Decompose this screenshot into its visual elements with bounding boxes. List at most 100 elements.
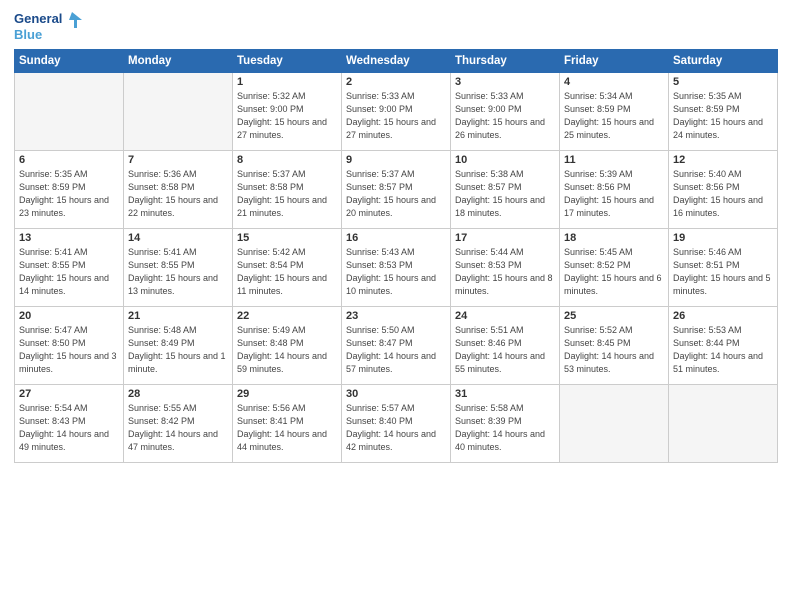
calendar-cell: 19 Sunrise: 5:46 AM Sunset: 8:51 PM Dayli… <box>669 228 778 306</box>
weekday-header-wednesday: Wednesday <box>342 49 451 72</box>
calendar-cell <box>560 384 669 462</box>
week-row-4: 20 Sunrise: 5:47 AM Sunset: 8:50 PM Dayli… <box>15 306 778 384</box>
calendar-cell: 13 Sunrise: 5:41 AM Sunset: 8:55 PM Dayli… <box>15 228 124 306</box>
day-info: Sunrise: 5:38 AM Sunset: 8:57 PM Dayligh… <box>455 168 555 220</box>
calendar-cell: 3 Sunrise: 5:33 AM Sunset: 9:00 PM Daylig… <box>451 72 560 150</box>
calendar-cell: 2 Sunrise: 5:33 AM Sunset: 9:00 PM Daylig… <box>342 72 451 150</box>
calendar-cell: 11 Sunrise: 5:39 AM Sunset: 8:56 PM Dayli… <box>560 150 669 228</box>
day-number: 22 <box>237 310 337 322</box>
calendar-cell: 29Sunrise: 5:56 AM Sunset: 8:41 PM Dayli… <box>233 384 342 462</box>
calendar-cell: 20 Sunrise: 5:47 AM Sunset: 8:50 PM Dayli… <box>15 306 124 384</box>
day-number: 30 <box>346 388 446 400</box>
calendar-cell: 21Sunrise: 5:48 AM Sunset: 8:49 PM Dayli… <box>124 306 233 384</box>
day-number: 19 <box>673 232 773 244</box>
day-number: 4 <box>564 76 664 88</box>
calendar-cell: 26 Sunrise: 5:53 AM Sunset: 8:44 PM Dayli… <box>669 306 778 384</box>
day-number: 28 <box>128 388 228 400</box>
week-row-3: 13 Sunrise: 5:41 AM Sunset: 8:55 PM Dayli… <box>15 228 778 306</box>
calendar-cell: 31 Sunrise: 5:58 AM Sunset: 8:39 PM Dayli… <box>451 384 560 462</box>
logo: General Blue <box>14 10 82 43</box>
day-info: Sunrise: 5:39 AM Sunset: 8:56 PM Dayligh… <box>564 168 664 220</box>
day-info: Sunrise: 5:33 AM Sunset: 9:00 PM Dayligh… <box>346 90 446 142</box>
day-info: Sunrise: 5:43 AM Sunset: 8:53 PM Dayligh… <box>346 246 446 298</box>
day-info: Sunrise: 5:36 AM Sunset: 8:58 PM Dayligh… <box>128 168 228 220</box>
week-row-2: 6 Sunrise: 5:35 AM Sunset: 8:59 PM Daylig… <box>15 150 778 228</box>
week-row-5: 27 Sunrise: 5:54 AM Sunset: 8:43 PM Dayli… <box>15 384 778 462</box>
day-number: 6 <box>19 154 119 166</box>
day-info: Sunrise: 5:49 AM Sunset: 8:48 PM Dayligh… <box>237 324 337 376</box>
day-info: Sunrise: 5:56 AM Sunset: 8:41 PM Dayligh… <box>237 402 337 454</box>
day-number: 26 <box>673 310 773 322</box>
weekday-header-row: SundayMondayTuesdayWednesdayThursdayFrid… <box>15 49 778 72</box>
day-number: 27 <box>19 388 119 400</box>
calendar-cell: 6 Sunrise: 5:35 AM Sunset: 8:59 PM Daylig… <box>15 150 124 228</box>
day-number: 16 <box>346 232 446 244</box>
calendar-cell: 12 Sunrise: 5:40 AM Sunset: 8:56 PM Dayli… <box>669 150 778 228</box>
day-info: Sunrise: 5:57 AM Sunset: 8:40 PM Dayligh… <box>346 402 446 454</box>
week-row-1: 1 Sunrise: 5:32 AM Sunset: 9:00 PM Daylig… <box>15 72 778 150</box>
day-info: Sunrise: 5:55 AM Sunset: 8:42 PM Dayligh… <box>128 402 228 454</box>
day-number: 15 <box>237 232 337 244</box>
day-number: 14 <box>128 232 228 244</box>
day-info: Sunrise: 5:53 AM Sunset: 8:44 PM Dayligh… <box>673 324 773 376</box>
logo-general: General <box>14 12 62 27</box>
day-number: 13 <box>19 232 119 244</box>
day-number: 12 <box>673 154 773 166</box>
day-info: Sunrise: 5:42 AM Sunset: 8:54 PM Dayligh… <box>237 246 337 298</box>
day-info: Sunrise: 5:41 AM Sunset: 8:55 PM Dayligh… <box>19 246 119 298</box>
day-info: Sunrise: 5:51 AM Sunset: 8:46 PM Dayligh… <box>455 324 555 376</box>
calendar-cell: 30 Sunrise: 5:57 AM Sunset: 8:40 PM Dayli… <box>342 384 451 462</box>
day-number: 17 <box>455 232 555 244</box>
weekday-header-saturday: Saturday <box>669 49 778 72</box>
day-info: Sunrise: 5:40 AM Sunset: 8:56 PM Dayligh… <box>673 168 773 220</box>
day-number: 20 <box>19 310 119 322</box>
calendar-table: SundayMondayTuesdayWednesdayThursdayFrid… <box>14 49 778 463</box>
day-number: 3 <box>455 76 555 88</box>
weekday-header-tuesday: Tuesday <box>233 49 342 72</box>
day-number: 2 <box>346 76 446 88</box>
calendar-cell: 15 Sunrise: 5:42 AM Sunset: 8:54 PM Dayli… <box>233 228 342 306</box>
day-info: Sunrise: 5:46 AM Sunset: 8:51 PM Dayligh… <box>673 246 773 298</box>
weekday-header-monday: Monday <box>124 49 233 72</box>
calendar-cell: 18Sunrise: 5:45 AM Sunset: 8:52 PM Dayli… <box>560 228 669 306</box>
calendar-cell <box>669 384 778 462</box>
day-info: Sunrise: 5:58 AM Sunset: 8:39 PM Dayligh… <box>455 402 555 454</box>
day-number: 23 <box>346 310 446 322</box>
calendar-cell: 25 Sunrise: 5:52 AM Sunset: 8:45 PM Dayli… <box>560 306 669 384</box>
calendar-cell: 14Sunrise: 5:41 AM Sunset: 8:55 PM Dayli… <box>124 228 233 306</box>
calendar-cell: 22 Sunrise: 5:49 AM Sunset: 8:48 PM Dayli… <box>233 306 342 384</box>
calendar-page: General Blue SundayMondayTuesdayWednesda… <box>0 0 792 612</box>
day-info: Sunrise: 5:34 AM Sunset: 8:59 PM Dayligh… <box>564 90 664 142</box>
header: General Blue <box>14 10 778 43</box>
day-number: 25 <box>564 310 664 322</box>
day-number: 21 <box>128 310 228 322</box>
day-number: 11 <box>564 154 664 166</box>
calendar-cell: 8Sunrise: 5:37 AM Sunset: 8:58 PM Daylig… <box>233 150 342 228</box>
day-info: Sunrise: 5:47 AM Sunset: 8:50 PM Dayligh… <box>19 324 119 376</box>
weekday-header-thursday: Thursday <box>451 49 560 72</box>
day-number: 24 <box>455 310 555 322</box>
day-info: Sunrise: 5:44 AM Sunset: 8:53 PM Dayligh… <box>455 246 555 298</box>
day-number: 1 <box>237 76 337 88</box>
day-number: 10 <box>455 154 555 166</box>
logo-blue: Blue <box>14 28 42 43</box>
day-info: Sunrise: 5:32 AM Sunset: 9:00 PM Dayligh… <box>237 90 337 142</box>
weekday-header-sunday: Sunday <box>15 49 124 72</box>
day-info: Sunrise: 5:52 AM Sunset: 8:45 PM Dayligh… <box>564 324 664 376</box>
day-info: Sunrise: 5:45 AM Sunset: 8:52 PM Dayligh… <box>564 246 664 298</box>
calendar-cell <box>124 72 233 150</box>
day-number: 9 <box>346 154 446 166</box>
logo-arrow-icon <box>64 10 82 28</box>
day-info: Sunrise: 5:33 AM Sunset: 9:00 PM Dayligh… <box>455 90 555 142</box>
day-info: Sunrise: 5:50 AM Sunset: 8:47 PM Dayligh… <box>346 324 446 376</box>
calendar-cell: 5 Sunrise: 5:35 AM Sunset: 8:59 PM Daylig… <box>669 72 778 150</box>
day-number: 31 <box>455 388 555 400</box>
day-info: Sunrise: 5:37 AM Sunset: 8:57 PM Dayligh… <box>346 168 446 220</box>
day-number: 5 <box>673 76 773 88</box>
day-info: Sunrise: 5:35 AM Sunset: 8:59 PM Dayligh… <box>673 90 773 142</box>
day-info: Sunrise: 5:54 AM Sunset: 8:43 PM Dayligh… <box>19 402 119 454</box>
calendar-cell: 24 Sunrise: 5:51 AM Sunset: 8:46 PM Dayli… <box>451 306 560 384</box>
calendar-cell: 16 Sunrise: 5:43 AM Sunset: 8:53 PM Dayli… <box>342 228 451 306</box>
day-info: Sunrise: 5:35 AM Sunset: 8:59 PM Dayligh… <box>19 168 119 220</box>
calendar-cell: 28 Sunrise: 5:55 AM Sunset: 8:42 PM Dayli… <box>124 384 233 462</box>
